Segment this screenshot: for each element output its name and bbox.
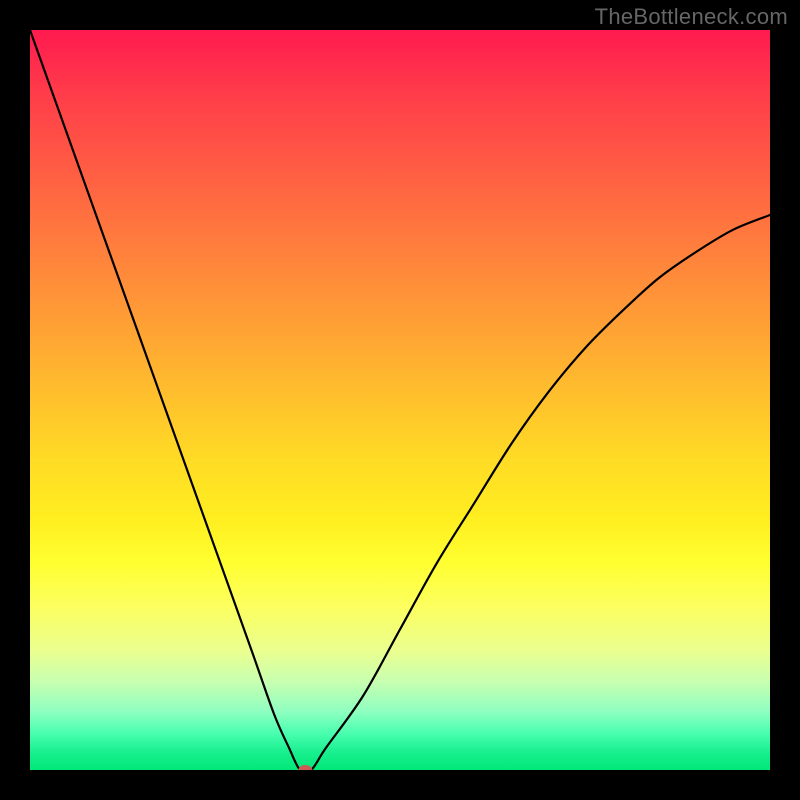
watermark-text: TheBottleneck.com [595, 4, 788, 30]
bottleneck-curve [30, 30, 770, 770]
curve-svg [30, 30, 770, 770]
chart-frame: TheBottleneck.com [0, 0, 800, 800]
plot-area [30, 30, 770, 770]
optimum-marker [298, 765, 312, 770]
